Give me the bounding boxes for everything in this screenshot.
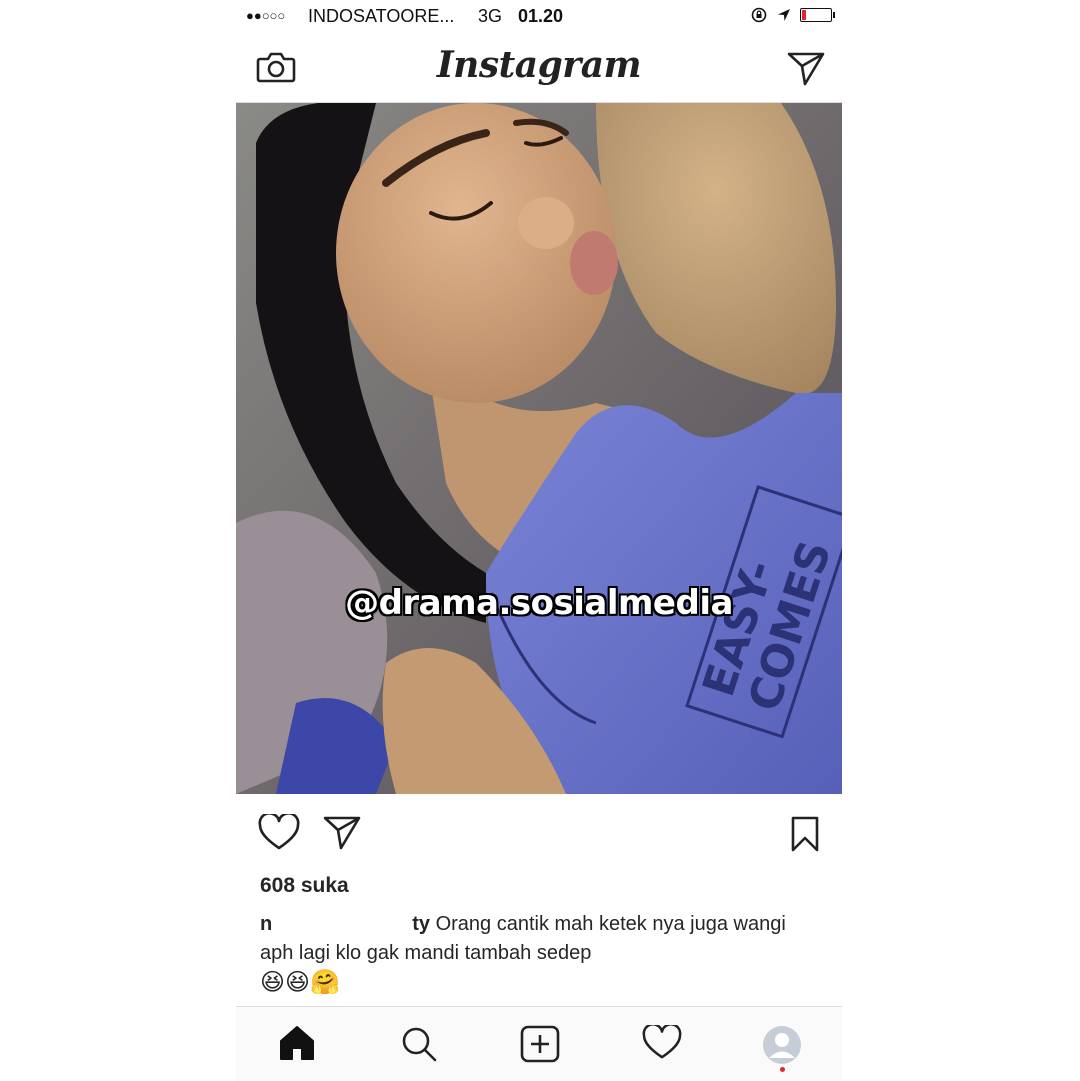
- profile-icon[interactable]: [762, 1025, 802, 1065]
- post-caption: n ty Orang cantik mah ketek nya juga wang…: [260, 910, 800, 999]
- photo-illustration: EASY- COMES: [236, 103, 842, 794]
- phone-screen: ●●○○○ INDOSATOORE... 3G 01.20 Instagram: [236, 0, 842, 1081]
- watermark-text: @drama.sosialmedia: [345, 583, 733, 623]
- share-icon[interactable]: [322, 814, 362, 852]
- home-icon[interactable]: [278, 1025, 316, 1061]
- activity-icon[interactable]: [642, 1025, 682, 1061]
- carrier-name: INDOSATOORE...: [308, 6, 455, 26]
- redacted-username: [272, 915, 413, 934]
- heart-icon[interactable]: [258, 814, 300, 852]
- signal-strength: ●●○○○: [246, 8, 286, 23]
- network-type: 3G: [478, 6, 503, 26]
- status-bar: ●●○○○ INDOSATOORE... 3G 01.20: [236, 0, 842, 34]
- instagram-logo: Instagram: [436, 44, 642, 86]
- bottom-tab-bar: [236, 1006, 842, 1081]
- clock: 01.20: [518, 6, 564, 26]
- like-count[interactable]: 608 suka: [260, 874, 349, 898]
- app-header: Instagram: [236, 34, 842, 103]
- add-icon[interactable]: [520, 1025, 560, 1063]
- direct-message-icon[interactable]: [786, 50, 826, 88]
- caption-username-start[interactable]: n: [260, 913, 272, 935]
- system-icons: [750, 6, 835, 24]
- battery-icon: [800, 8, 835, 22]
- rotation-lock-icon: [751, 7, 767, 23]
- caption-emojis: 😆😆🤗: [260, 968, 340, 996]
- location-icon: [778, 9, 790, 21]
- search-icon[interactable]: [400, 1025, 438, 1063]
- post-actions: [236, 806, 842, 862]
- notification-dot: [780, 1067, 785, 1072]
- bookmark-icon[interactable]: [790, 816, 820, 852]
- post-photo[interactable]: EASY- COMES @drama.sosialmedia: [236, 103, 842, 794]
- caption-username-end[interactable]: ty: [412, 913, 430, 935]
